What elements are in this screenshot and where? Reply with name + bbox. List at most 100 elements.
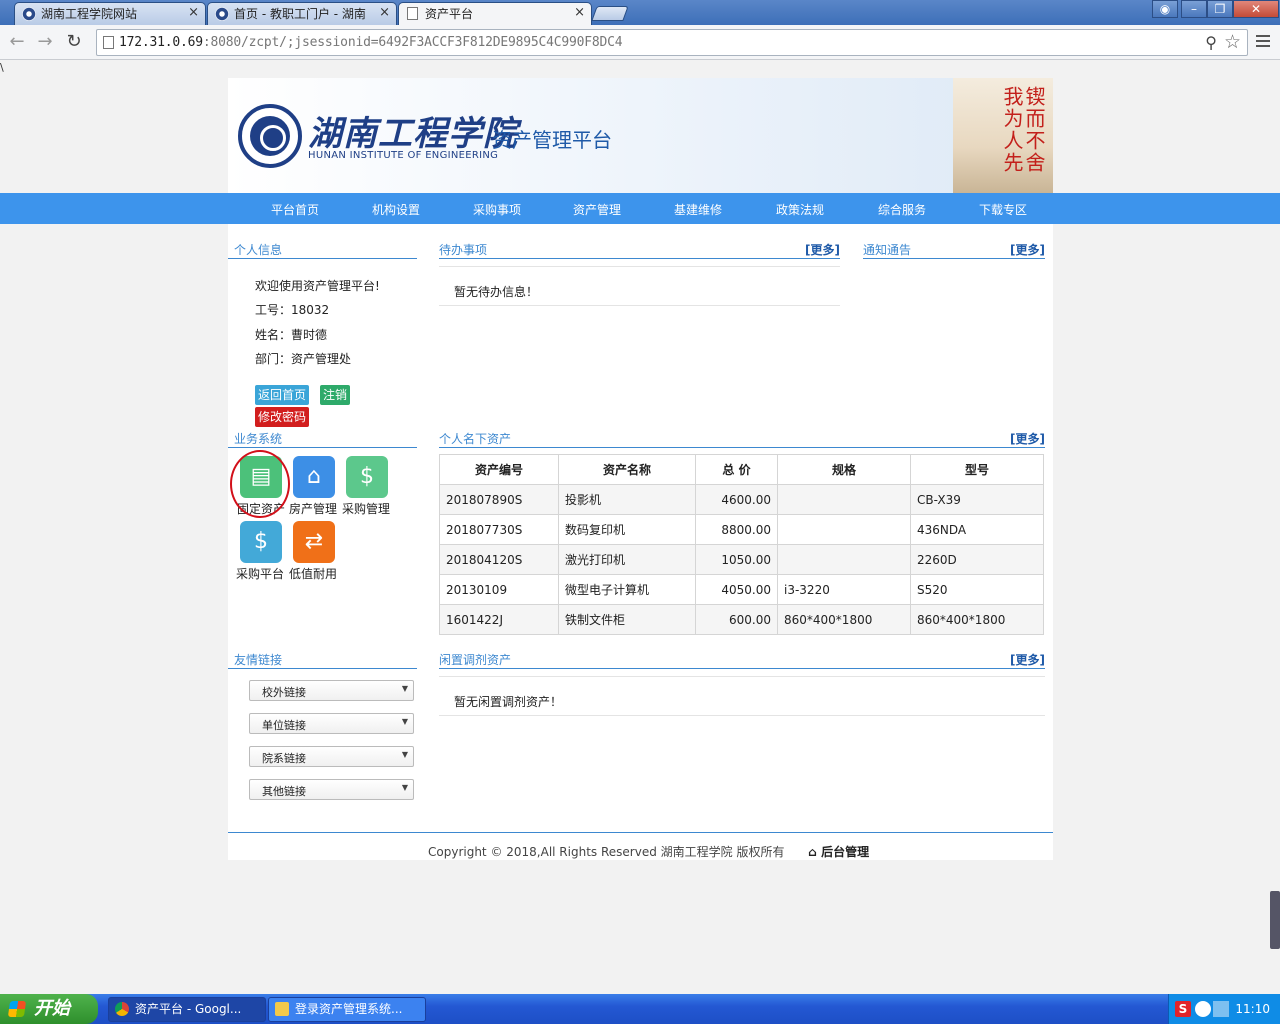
page-favicon-icon	[407, 7, 418, 20]
taskbar-item-folder[interactable]: 登录资产管理系统...	[268, 997, 426, 1022]
tab-label: 资产平台	[425, 7, 474, 21]
asset-price: 1050.00	[695, 544, 778, 575]
side-widget-grip[interactable]	[1270, 891, 1280, 949]
back-home-button[interactable]: 返回首页	[255, 385, 310, 405]
minimize-button[interactable]: –	[1181, 0, 1207, 18]
task-label: 登录资产管理系统...	[295, 1002, 403, 1016]
sogou-ime-icon[interactable]: S	[1175, 1001, 1191, 1017]
school-favicon-icon	[215, 7, 229, 21]
table-row: 201807730S 数码复印机 8800.00 436NDA	[439, 514, 1044, 545]
asset-price: 600.00	[695, 604, 778, 635]
house-search-icon[interactable]: ⌂	[293, 456, 335, 498]
tab-close-icon[interactable]: ×	[188, 5, 199, 20]
window-close-button[interactable]: ✕	[1233, 0, 1279, 18]
unit-links-select[interactable]: 单位链接 ▼	[249, 713, 414, 734]
footer-divider	[228, 832, 1053, 833]
stray-backslash: \	[0, 61, 4, 74]
notice-more-link[interactable]: [更多]	[1010, 241, 1045, 258]
external-links-select[interactable]: 校外链接 ▼	[249, 680, 414, 701]
school-seal-logo-icon	[238, 104, 302, 168]
transfer-icon[interactable]: ⇄	[293, 521, 335, 563]
column-header: 资产编号	[439, 454, 559, 485]
select-value: 校外链接	[262, 686, 306, 699]
tab-close-icon[interactable]: ×	[379, 5, 390, 20]
browser-tab-strip: 湖南工程学院网站 × 首页 - 教职工门户 - 湖南 × 资产平台 × ◉ – …	[0, 0, 1280, 25]
windows-logo-icon	[7, 1001, 27, 1017]
asset-id: 20130109	[439, 574, 559, 605]
network-icon[interactable]	[1213, 1001, 1229, 1017]
low-value-durables-label[interactable]: 低值耐用	[289, 565, 337, 582]
admin-link[interactable]: ⌂ 后台管理	[808, 845, 869, 859]
asset-id: 201807730S	[439, 514, 559, 545]
new-tab-button[interactable]	[591, 6, 629, 21]
tab-staff-portal[interactable]: 首页 - 教职工门户 - 湖南 ×	[207, 2, 397, 25]
asset-spec: i3-3220	[777, 574, 911, 605]
hand-money-icon[interactable]: $	[240, 521, 282, 563]
procurement-management-label[interactable]: 采购管理	[342, 500, 390, 517]
section-title: 友情链接	[234, 653, 283, 667]
address-bar[interactable]: 172.31.0.69:8080/zcpt/;jsessionid=6492F3…	[96, 29, 1248, 56]
dollar-search-icon[interactable]: $	[346, 456, 388, 498]
chrome-menu-icon[interactable]	[1256, 35, 1270, 49]
zoom-icon[interactable]: ⚲	[1205, 33, 1217, 52]
asset-name: 铁制文件柜	[558, 604, 696, 635]
table-row: 20130109 微型电子计算机 4050.00 i3-3220 S520	[439, 574, 1044, 605]
page-viewport: \ 湖南工程学院 HUNAN INSTITUTE OF ENGINEERING …	[0, 61, 1280, 994]
restore-button[interactable]: ❐	[1207, 0, 1233, 18]
personal-assets-header: 个人名下资产 [更多]	[439, 428, 1045, 448]
tray-arrow-icon[interactable]	[1195, 1001, 1211, 1017]
asset-spec: 860*400*1800	[777, 604, 911, 635]
tab-asset-platform[interactable]: 资产平台 ×	[398, 2, 592, 25]
friendly-links-header: 友情链接	[228, 649, 417, 669]
reload-icon[interactable]: ↻	[63, 31, 85, 53]
nav-construction[interactable]: 基建维修	[674, 201, 722, 218]
housing-management-label[interactable]: 房产管理	[289, 500, 337, 517]
department-links-select[interactable]: 院系链接 ▼	[249, 746, 414, 767]
idle-more-link[interactable]: [更多]	[1010, 651, 1045, 668]
other-links-select[interactable]: 其他链接 ▼	[249, 779, 414, 800]
nav-policy[interactable]: 政策法规	[776, 201, 824, 218]
school-favicon-icon	[22, 7, 36, 21]
taskbar-item-chrome[interactable]: 资产平台 - Googl...	[108, 997, 266, 1022]
nav-organization[interactable]: 机构设置	[372, 201, 420, 218]
footer: Copyright © 2018,All Rights Reserved 湖南工…	[428, 843, 869, 860]
table-row: 201807890S 投影机 4600.00 CB-X39	[439, 484, 1044, 515]
table-header-row: 资产编号 资产名称 总 价 规格 型号	[439, 454, 1044, 485]
asset-platform-page: 湖南工程学院 HUNAN INSTITUTE OF ENGINEERING 资产…	[0, 78, 1280, 860]
table-row: 1601422J 铁制文件柜 600.00 860*400*1800 860*4…	[439, 604, 1044, 635]
table-row: 201804120S 激光打印机 1050.00 2260D	[439, 544, 1044, 575]
personal-info-header: 个人信息	[228, 239, 417, 259]
asset-name: 数码复印机	[558, 514, 696, 545]
todo-more-link[interactable]: [更多]	[805, 241, 840, 258]
column-header: 资产名称	[558, 454, 696, 485]
tab-school-site[interactable]: 湖南工程学院网站 ×	[14, 2, 206, 25]
welcome-text: 欢迎使用资产管理平台!	[255, 279, 380, 293]
start-button[interactable]: 开始	[0, 994, 98, 1024]
column-header: 型号	[910, 454, 1044, 485]
forward-arrow-icon[interactable]: →	[34, 31, 56, 53]
bookmark-star-icon[interactable]: ☆	[1224, 31, 1241, 53]
nav-downloads[interactable]: 下载专区	[979, 201, 1027, 218]
logout-button[interactable]: 注销	[320, 385, 351, 405]
assets-more-link[interactable]: [更多]	[1010, 430, 1045, 447]
back-arrow-icon[interactable]: ←	[6, 31, 28, 53]
idle-empty-message: 暂无闲置调剂资产！	[439, 676, 1045, 716]
change-password-button[interactable]: 修改密码	[255, 407, 310, 427]
procurement-platform-label[interactable]: 采购平台	[236, 565, 284, 582]
system-tray: S 11:10	[1168, 994, 1280, 1024]
nav-asset-management[interactable]: 资产管理	[573, 201, 621, 218]
nav-home[interactable]: 平台首页	[271, 201, 319, 218]
column-header: 规格	[777, 454, 911, 485]
tab-label: 湖南工程学院网站	[41, 7, 138, 21]
section-title: 业务系统	[234, 432, 283, 446]
nav-services[interactable]: 综合服务	[878, 201, 926, 218]
red-highlight-circle	[230, 450, 290, 518]
nav-procurement[interactable]: 采购事项	[473, 201, 521, 218]
windows-taskbar: 开始 资产平台 - Googl... 登录资产管理系统... S 11:10	[0, 994, 1280, 1024]
asset-spec	[777, 544, 911, 575]
tab-close-icon[interactable]: ×	[574, 5, 585, 20]
user-profile-icon[interactable]: ◉	[1152, 0, 1178, 18]
asset-model: CB-X39	[910, 484, 1044, 515]
admin-link-label: 后台管理	[821, 845, 870, 859]
dropdown-arrow-icon: ▼	[401, 717, 408, 726]
